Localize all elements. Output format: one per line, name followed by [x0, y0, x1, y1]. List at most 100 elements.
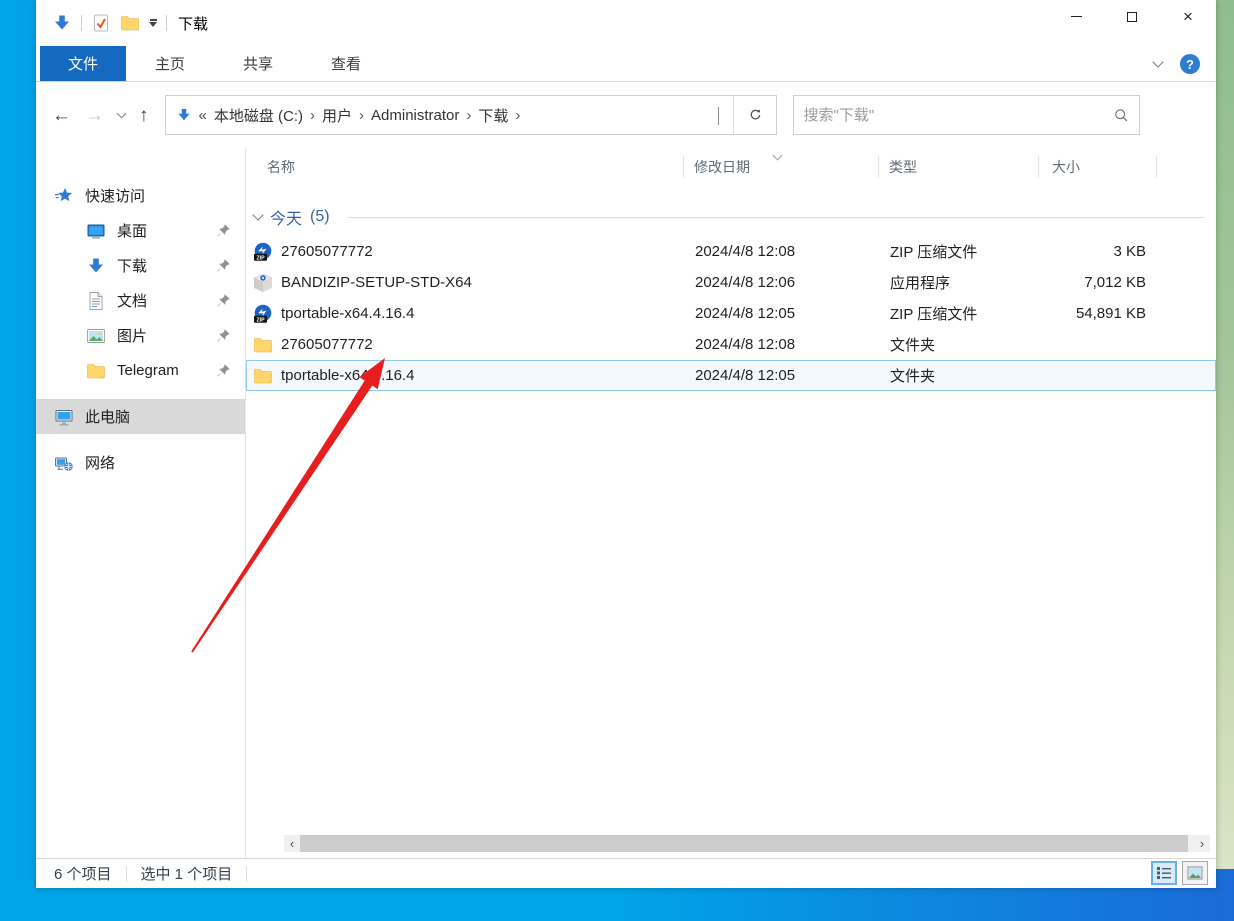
- desktop-wallpaper-strip: [1215, 0, 1234, 869]
- breadcrumb[interactable]: « 本地磁盘 (C:) › 用户 › Administrator › 下载 ›: [166, 96, 733, 134]
- details-view-button[interactable]: [1151, 861, 1177, 885]
- back-button[interactable]: ←: [52, 106, 71, 125]
- details-view-icon: [1156, 865, 1172, 881]
- sidebar-item-label: 快速访问: [85, 185, 245, 206]
- group-label: 今天: [270, 205, 302, 229]
- breadcrumb-segment[interactable]: 本地磁盘 (C:): [214, 105, 303, 126]
- file-row[interactable]: 276050777722024/4/8 12:08文件夹: [246, 329, 1216, 360]
- new-folder-icon[interactable]: [120, 13, 140, 33]
- breadcrumb-separator-icon[interactable]: ›: [359, 107, 364, 124]
- scrollbar-thumb[interactable]: [300, 835, 1188, 852]
- column-headers: 名称 修改日期 类型 大小: [246, 148, 1216, 186]
- pin-icon: [216, 363, 231, 378]
- status-separator: [126, 866, 127, 882]
- customize-toolbar-dropdown-icon[interactable]: [149, 19, 157, 27]
- file-name-cell[interactable]: tportable-x64.4.16.4: [247, 366, 685, 386]
- file-row[interactable]: tportable-x64.4.16.42024/4/8 12:05文件夹: [246, 360, 1216, 391]
- address-dropdown-icon[interactable]: [718, 107, 719, 125]
- file-date-cell: 2024/4/8 12:05: [685, 305, 880, 322]
- sidebar-item-quick-access[interactable]: 快速访问: [36, 178, 245, 213]
- file-name: tportable-x64.4.16.4: [281, 367, 414, 384]
- title-bar: 下载 ×: [36, 0, 1216, 46]
- tab-view[interactable]: 查看: [302, 46, 390, 81]
- main-content: 快速访问桌面下载文档图片Telegram此电脑网络 名称 修改日期 类型 大小 …: [36, 148, 1216, 858]
- column-header-type[interactable]: 类型: [879, 156, 1039, 178]
- group-count: (5): [310, 208, 330, 226]
- file-date-cell: 2024/4/8 12:08: [685, 243, 880, 260]
- folder-icon: [253, 366, 273, 386]
- recent-locations-icon[interactable]: [117, 109, 127, 119]
- pin-icon: [216, 258, 231, 273]
- sidebar-item-telegram[interactable]: Telegram: [36, 353, 245, 388]
- file-date-cell: 2024/4/8 12:06: [685, 274, 880, 291]
- group-header[interactable]: 今天 (5): [246, 203, 1216, 231]
- items-count: 6 个项目: [54, 863, 112, 884]
- application-icon: [253, 273, 273, 293]
- status-separator: [246, 866, 247, 882]
- desktop-icon: [86, 221, 106, 241]
- minimize-button[interactable]: [1048, 0, 1104, 33]
- navigation-bar: ← → ↑ « 本地磁盘 (C:) › 用户 › Administrator › 下载 ›: [36, 82, 1216, 148]
- file-name: tportable-x64.4.16.4: [281, 305, 414, 322]
- file-name-cell[interactable]: 27605077772: [247, 335, 685, 355]
- collapse-ribbon-icon[interactable]: [1152, 56, 1163, 67]
- address-bar[interactable]: « 本地磁盘 (C:) › 用户 › Administrator › 下载 ›: [165, 95, 777, 135]
- properties-check-icon[interactable]: [91, 13, 111, 33]
- thumbnail-view-icon: [1187, 865, 1203, 881]
- downloads-location-icon: [176, 107, 192, 123]
- scroll-left-icon[interactable]: ‹: [284, 835, 300, 852]
- file-name: 27605077772: [281, 336, 373, 353]
- close-button[interactable]: ×: [1160, 0, 1216, 33]
- selected-count: 选中 1 个项目: [141, 863, 233, 884]
- pin-icon: [216, 328, 231, 343]
- sidebar-item-pictures[interactable]: 图片: [36, 318, 245, 353]
- file-type-cell: 文件夹: [880, 334, 1040, 355]
- search-icon: [1113, 107, 1129, 123]
- breadcrumb-separator-icon[interactable]: ›: [466, 107, 471, 124]
- group-collapse-icon[interactable]: [252, 209, 263, 220]
- tab-share[interactable]: 共享: [214, 46, 302, 81]
- forward-button[interactable]: →: [85, 106, 104, 125]
- file-row[interactable]: ZIP276050777722024/4/8 12:08ZIP 压缩文件3 KB: [246, 236, 1216, 267]
- file-size-cell: 3 KB: [1040, 243, 1158, 260]
- file-row[interactable]: ZIPtportable-x64.4.16.42024/4/8 12:05ZIP…: [246, 298, 1216, 329]
- scroll-right-icon[interactable]: ›: [1194, 835, 1210, 852]
- maximize-icon: [1127, 12, 1137, 22]
- sidebar-item-this-pc[interactable]: 此电脑: [36, 399, 245, 434]
- sidebar-item-documents[interactable]: 文档: [36, 283, 245, 318]
- tab-file[interactable]: 文件: [40, 46, 126, 81]
- sidebar-item-downloads[interactable]: 下载: [36, 248, 245, 283]
- horizontal-scrollbar[interactable]: ‹ ›: [284, 835, 1210, 852]
- search-box[interactable]: [793, 95, 1140, 135]
- file-size-cell: 7,012 KB: [1040, 274, 1158, 291]
- minimize-icon: [1071, 16, 1082, 17]
- breadcrumb-segment[interactable]: 下载: [478, 105, 508, 126]
- breadcrumb-overflow[interactable]: «: [199, 107, 207, 124]
- up-button[interactable]: ↑: [139, 106, 149, 125]
- file-name-cell[interactable]: ZIP27605077772: [247, 242, 685, 262]
- sidebar-item-network[interactable]: 网络: [36, 445, 245, 480]
- toolbar-separator: [166, 15, 167, 31]
- file-name-cell[interactable]: ZIPtportable-x64.4.16.4: [247, 304, 685, 324]
- sidebar-item-desktop[interactable]: 桌面: [36, 213, 245, 248]
- file-name-cell[interactable]: BANDIZIP-SETUP-STD-X64: [247, 273, 685, 293]
- breadcrumb-segment[interactable]: 用户: [322, 105, 352, 126]
- file-date-cell: 2024/4/8 12:05: [685, 367, 880, 384]
- column-header-date[interactable]: 修改日期: [684, 156, 879, 178]
- documents-icon: [86, 291, 106, 311]
- breadcrumb-segment[interactable]: Administrator: [371, 107, 459, 124]
- file-row[interactable]: BANDIZIP-SETUP-STD-X642024/4/8 12:06应用程序…: [246, 267, 1216, 298]
- help-icon[interactable]: ?: [1180, 54, 1200, 74]
- column-header-size[interactable]: 大小: [1039, 156, 1157, 178]
- maximize-button[interactable]: [1104, 0, 1160, 33]
- breadcrumb-separator-icon[interactable]: ›: [515, 107, 520, 124]
- refresh-button[interactable]: [734, 96, 776, 134]
- tab-home[interactable]: 主页: [126, 46, 214, 81]
- sidebar-item-label: 下载: [117, 255, 205, 276]
- search-input[interactable]: [804, 107, 1113, 124]
- file-type-cell: ZIP 压缩文件: [880, 241, 1040, 262]
- thumbnail-view-button[interactable]: [1182, 861, 1208, 885]
- breadcrumb-separator-icon[interactable]: ›: [310, 107, 315, 124]
- column-header-name[interactable]: 名称: [246, 156, 684, 178]
- sidebar-item-label: 桌面: [117, 220, 205, 241]
